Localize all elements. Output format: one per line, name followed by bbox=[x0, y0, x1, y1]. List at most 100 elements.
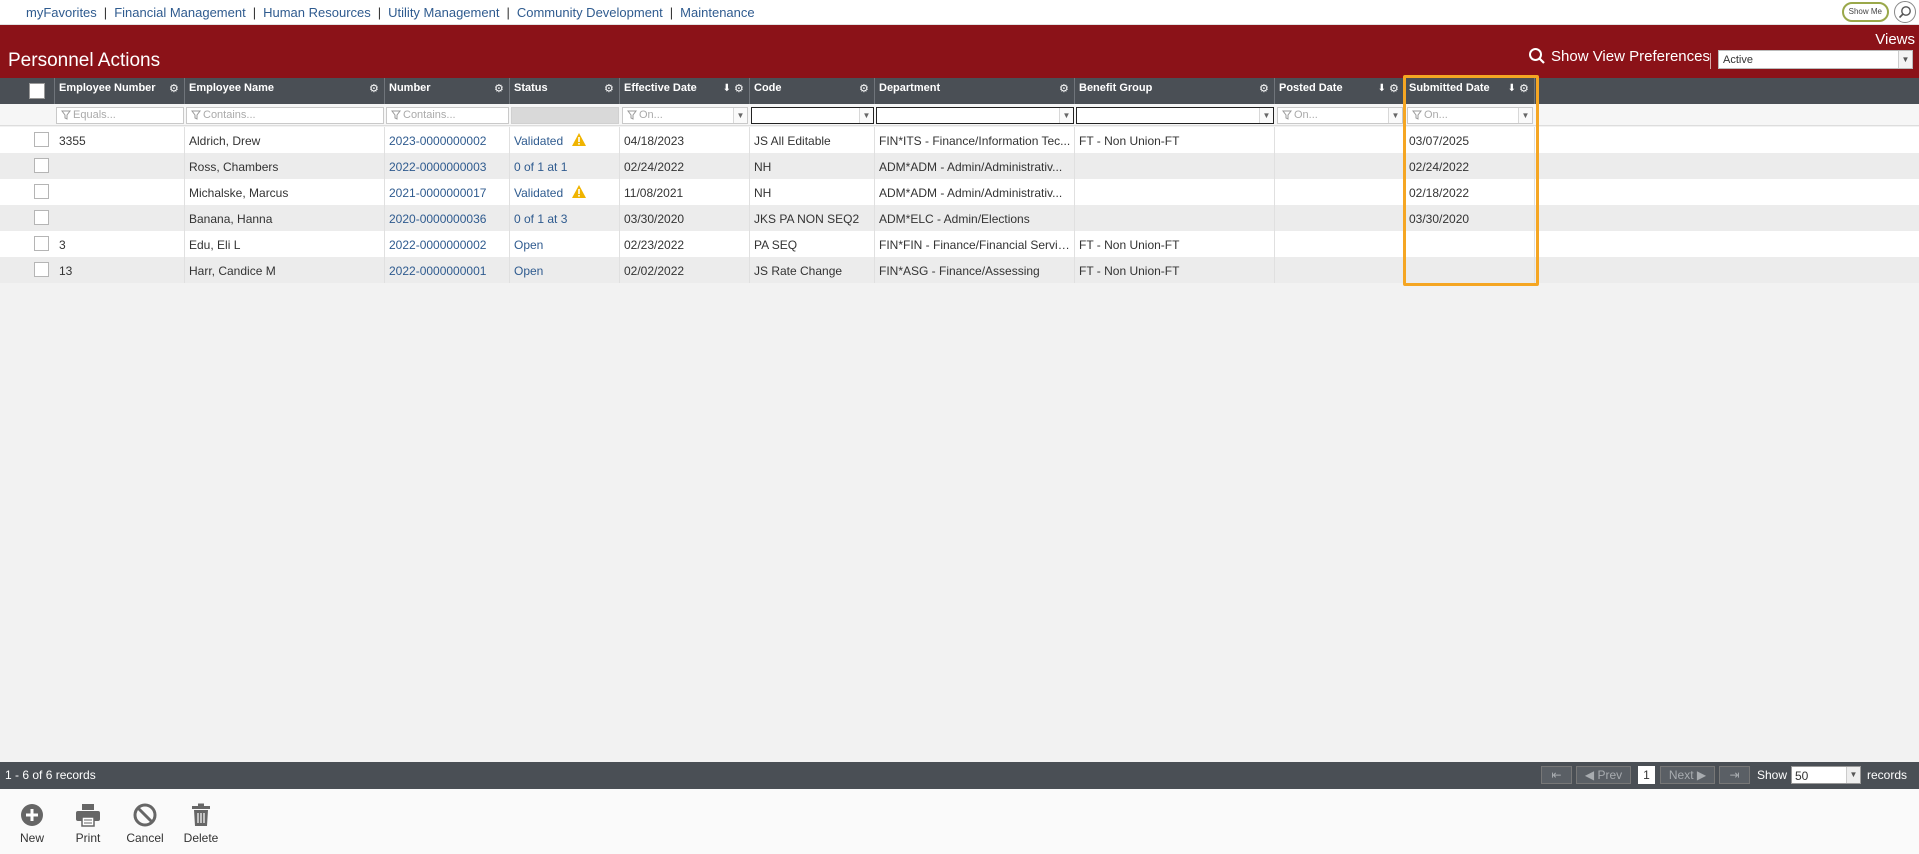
nav-maintenance[interactable]: Maintenance bbox=[680, 5, 754, 20]
gear-icon[interactable]: ⚙ bbox=[1059, 84, 1070, 95]
nav-separator: | bbox=[377, 4, 382, 20]
prev-page-button[interactable]: ◀ Prev bbox=[1576, 766, 1631, 784]
chevron-down-icon[interactable]: ▼ bbox=[1846, 767, 1860, 783]
table-row[interactable]: Ross, Chambers 2022-0000000003 0 of 1 at 1… bbox=[0, 153, 1919, 179]
filter-effective-date[interactable]: On... ▼ bbox=[622, 107, 748, 124]
gear-icon[interactable]: ⚙ bbox=[369, 84, 380, 95]
warning-icon[interactable] bbox=[571, 132, 587, 147]
header-employee-name[interactable]: Employee Name ⚙ bbox=[185, 78, 385, 104]
nav-human-resources[interactable]: Human Resources bbox=[263, 5, 371, 20]
cell-status[interactable]: Open bbox=[510, 231, 620, 257]
cell-number[interactable]: 2020-0000000036 bbox=[385, 205, 510, 231]
header-number[interactable]: Number ⚙ bbox=[385, 78, 510, 104]
header-posted-date[interactable]: Posted Date ⬇ ⚙ bbox=[1275, 78, 1405, 104]
nav-financial-management[interactable]: Financial Management bbox=[114, 5, 246, 20]
view-select[interactable]: Active ▼ bbox=[1718, 50, 1913, 69]
table-row[interactable]: 13 Harr, Candice M 2022-0000000001 Open 02/0… bbox=[0, 257, 1919, 283]
header-label: Employee Number bbox=[59, 82, 156, 94]
filter-employee-number[interactable]: Equals... bbox=[56, 107, 184, 124]
cell-status[interactable]: Open bbox=[510, 257, 620, 283]
cell-number[interactable]: 2022-0000000003 bbox=[385, 153, 510, 179]
cell-benefit-group bbox=[1075, 179, 1275, 205]
filter-code[interactable]: ▼ bbox=[751, 107, 874, 124]
nav-community-development[interactable]: Community Development bbox=[517, 5, 663, 20]
header-select-cell bbox=[0, 78, 55, 104]
row-checkbox[interactable] bbox=[34, 236, 49, 251]
first-page-button[interactable]: ⇤ bbox=[1541, 766, 1572, 784]
chevron-down-icon[interactable]: ▼ bbox=[1898, 51, 1912, 68]
filter-posted-date[interactable]: On... ▼ bbox=[1277, 107, 1403, 124]
table-row[interactable]: Banana, Hanna 2020-0000000036 0 of 1 at 30… bbox=[0, 205, 1919, 231]
header-benefit-group[interactable]: Benefit Group ⚙ bbox=[1075, 78, 1275, 104]
filter-department[interactable]: ▼ bbox=[876, 107, 1074, 124]
cell-employee-name: Michalske, Marcus bbox=[185, 179, 385, 205]
chevron-down-icon[interactable]: ▼ bbox=[1388, 108, 1402, 123]
cell-status[interactable]: Validated bbox=[510, 127, 620, 153]
next-page-button[interactable]: Next ▶ bbox=[1660, 766, 1715, 784]
header-department[interactable]: Department ⚙ bbox=[875, 78, 1075, 104]
gear-icon[interactable]: ⚙ bbox=[1389, 84, 1400, 95]
sort-down-icon[interactable]: ⬇ bbox=[723, 83, 731, 94]
gear-icon[interactable]: ⚙ bbox=[1259, 84, 1270, 95]
row-checkbox[interactable] bbox=[34, 262, 49, 277]
table-row[interactable]: 3355 Aldrich, Drew 2023-0000000002 Validate… bbox=[0, 127, 1919, 153]
arrow-right-icon: ▶ bbox=[1693, 768, 1707, 782]
chevron-down-icon[interactable]: ▼ bbox=[859, 108, 873, 123]
chevron-down-icon[interactable]: ▼ bbox=[1259, 108, 1273, 123]
table-row[interactable]: 3 Edu, Eli L 2022-0000000002 Open 02/23/2022… bbox=[0, 231, 1919, 257]
page-size-select[interactable]: 50 ▼ bbox=[1791, 766, 1861, 784]
cell-status[interactable]: 0 of 1 at 3 bbox=[510, 205, 620, 231]
cell-status[interactable]: 0 of 1 at 1 bbox=[510, 153, 620, 179]
sort-down-icon[interactable]: ⬇ bbox=[1378, 83, 1386, 94]
current-page[interactable]: 1 bbox=[1638, 766, 1655, 784]
nav-utility-management[interactable]: Utility Management bbox=[388, 5, 499, 20]
row-checkbox[interactable] bbox=[34, 158, 49, 173]
show-me-button[interactable]: Show Me bbox=[1841, 2, 1889, 22]
search-icon bbox=[1898, 6, 1911, 19]
filter-employee-name[interactable]: Contains... bbox=[186, 107, 384, 124]
gear-icon[interactable]: ⚙ bbox=[734, 84, 745, 95]
cell-posted-date bbox=[1275, 205, 1405, 231]
filter-placeholder: On... bbox=[639, 109, 663, 121]
header-label: Status bbox=[514, 82, 548, 94]
header-status[interactable]: Status ⚙ bbox=[510, 78, 620, 104]
cell-effective-date: 02/23/2022 bbox=[620, 231, 750, 257]
gear-icon[interactable]: ⚙ bbox=[169, 84, 180, 95]
row-checkbox[interactable] bbox=[34, 132, 49, 147]
new-button[interactable]: New bbox=[2, 803, 62, 845]
cell-number[interactable]: 2023-0000000002 bbox=[385, 127, 510, 153]
filter-placeholder: Equals... bbox=[73, 109, 116, 121]
filter-number[interactable]: Contains... bbox=[386, 107, 509, 124]
print-button[interactable]: Print bbox=[58, 803, 118, 845]
row-checkbox[interactable] bbox=[34, 184, 49, 199]
last-page-button[interactable]: ⇥ bbox=[1719, 766, 1750, 784]
cell-number[interactable]: 2021-0000000017 bbox=[385, 179, 510, 205]
delete-button[interactable]: Delete bbox=[171, 803, 231, 845]
header-effective-date[interactable]: Effective Date ⬇ ⚙ bbox=[620, 78, 750, 104]
cell-employee-name: Edu, Eli L bbox=[185, 231, 385, 257]
header-code[interactable]: Code ⚙ bbox=[750, 78, 875, 104]
cell-status[interactable]: Validated bbox=[510, 179, 620, 205]
chevron-down-icon[interactable]: ▼ bbox=[733, 108, 747, 123]
nav-myfavorites[interactable]: myFavorites bbox=[26, 5, 97, 20]
nav-separator: | bbox=[506, 4, 510, 20]
cell-number[interactable]: 2022-0000000001 bbox=[385, 257, 510, 283]
gear-icon[interactable]: ⚙ bbox=[494, 84, 505, 95]
gear-icon[interactable]: ⚙ bbox=[859, 84, 870, 95]
chevron-down-icon[interactable]: ▼ bbox=[1059, 108, 1073, 123]
gear-icon[interactable]: ⚙ bbox=[604, 84, 615, 95]
filter-benefit-group[interactable]: ▼ bbox=[1076, 107, 1274, 124]
cell-number[interactable]: 2022-0000000002 bbox=[385, 231, 510, 257]
pager-bar: 1 - 6 of 6 records ⇤ ◀ Prev 1 Next ▶ ⇥ S… bbox=[0, 762, 1919, 789]
select-all-checkbox[interactable] bbox=[29, 83, 45, 99]
table-row[interactable]: Michalske, Marcus 2021-0000000017 Validate… bbox=[0, 179, 1919, 205]
global-search-button[interactable] bbox=[1894, 1, 1916, 23]
cancel-button[interactable]: Cancel bbox=[115, 803, 175, 845]
page-header: Personnel Actions Views Show View Prefer… bbox=[0, 25, 1919, 78]
cell-benefit-group bbox=[1075, 205, 1275, 231]
cell-employee-name: Ross, Chambers bbox=[185, 153, 385, 179]
header-employee-number[interactable]: Employee Number ⚙ bbox=[55, 78, 185, 104]
row-checkbox[interactable] bbox=[34, 210, 49, 225]
show-view-preferences-button[interactable]: Show View Preferences bbox=[1528, 47, 1710, 65]
warning-icon[interactable] bbox=[571, 184, 587, 199]
